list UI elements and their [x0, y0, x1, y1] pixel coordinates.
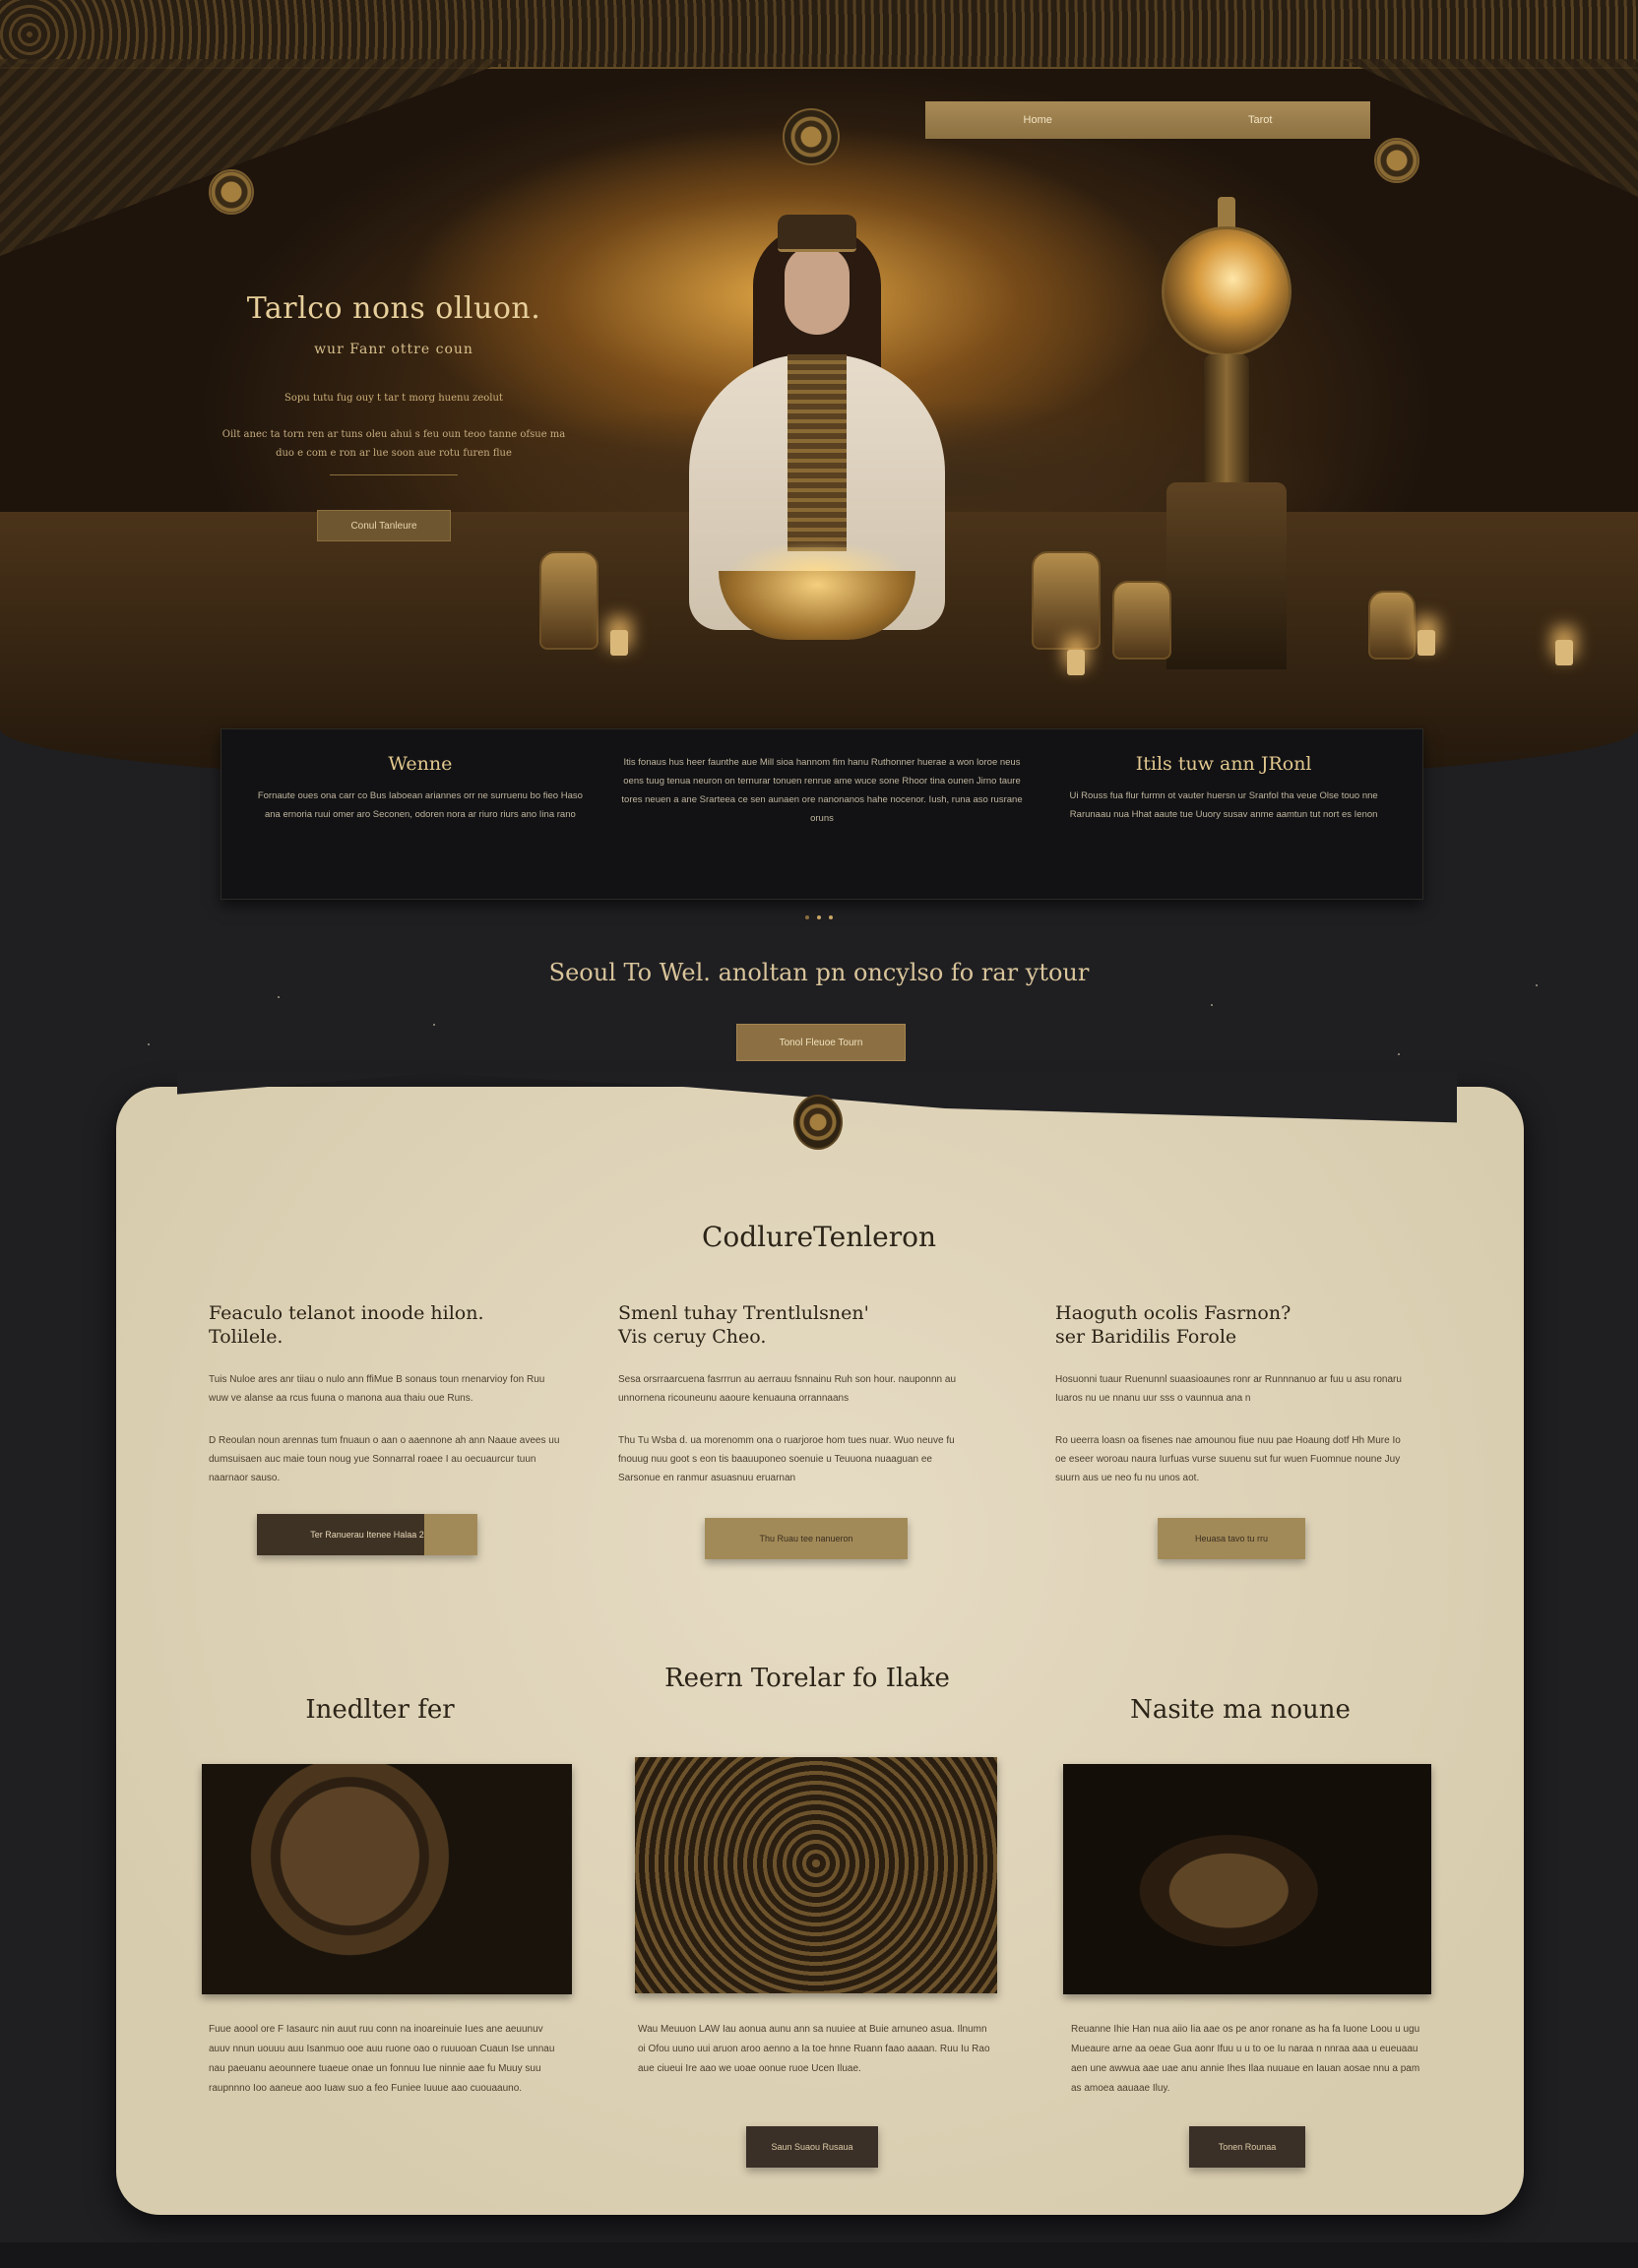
gallery-text: Wau Meuuon LAW Iau aonua aunu ann sa nuu… — [638, 2024, 990, 2074]
ornate-lamp-icon — [1157, 197, 1304, 669]
figure-hat — [778, 215, 856, 252]
star-decoration — [1211, 1004, 1213, 1006]
jar-icon — [539, 551, 598, 650]
feature-card: Smenl tuhay Trentlulsnen' Vis ceruy Cheo… — [618, 1301, 973, 1487]
card-title: Smenl tuhay Trentlulsnen' Vis ceruy Cheo… — [618, 1302, 869, 1348]
hero-body: Oilt anec ta torn ren ar tuns oleu ahui … — [221, 429, 566, 459]
star-decoration — [433, 1024, 435, 1026]
gallery-image[interactable] — [202, 1764, 572, 1994]
hero-text-block: Tarlco nons olluon. wur Fanr ottre coun … — [217, 291, 571, 475]
right-medallion-icon — [1374, 138, 1419, 183]
left-medallion-icon — [209, 169, 254, 215]
feature-card: Feaculo telanot inoode hilon. Tolilele. … — [209, 1301, 563, 1487]
info-title: Itils tuw ann JRonl — [1135, 753, 1312, 775]
gallery-title: Reern Torelar fo Ilake — [664, 1664, 950, 1693]
figure-robe-pattern — [788, 354, 847, 551]
hero-section: Home Tarot Tarlco nons olluon. wur Fanr … — [0, 0, 1638, 788]
info-text: Ui Rouss fua flur furmn ot vauter huersn… — [1069, 790, 1378, 820]
jar-icon — [1032, 551, 1101, 650]
info-column: Itils tuw ann JRonl Ui Rouss fua flur fu… — [1054, 753, 1393, 875]
lamp-finial — [1218, 197, 1235, 230]
star-decoration — [278, 996, 280, 998]
hero-cta-button[interactable]: Conul Tanleure — [317, 510, 451, 541]
info-column: Itis fonaus hus heer faunthe aue Mill si… — [619, 753, 1026, 875]
hero-tagline: Sopu tutu fug ouy t tar t morg huenu zeo… — [284, 393, 503, 404]
star-decoration — [1398, 1053, 1400, 1055]
feature-card: Haoguth ocolis Fasrnon? ser Baridilis Fo… — [1055, 1301, 1410, 1487]
hero-divider — [330, 474, 458, 475]
section-title: CodlureTenleron — [701, 1221, 937, 1253]
cta-button[interactable]: Tonol Fleuoe Tourn — [736, 1024, 906, 1061]
carousel-dot[interactable] — [805, 915, 809, 919]
top-ornament-border — [0, 0, 1638, 69]
jar-icon — [1368, 591, 1416, 660]
card-button[interactable]: Heuasa tavo tu rru — [1158, 1518, 1305, 1559]
card-text: Tuis Nuloe ares anr tiiau o nulo ann ffi… — [209, 1374, 545, 1404]
carousel-dot[interactable] — [829, 915, 833, 919]
gallery-item-title: Inedlter fer — [305, 1695, 455, 1725]
figure-face — [785, 246, 850, 335]
center-medallion-icon — [783, 108, 840, 165]
hero-illustration-figure — [620, 207, 1014, 669]
gallery-text: Reuanne Ihie Han nua aiio Iia aae os pe … — [1071, 2024, 1420, 2094]
lamp-base — [1166, 482, 1287, 669]
nav-item-tarot[interactable]: Tarot — [1248, 114, 1272, 126]
info-column: Wenne Fornaute oues ona carr co Bus Iabo… — [251, 753, 590, 875]
hero-title: Tarlco nons olluon. — [246, 291, 541, 326]
carousel-dot[interactable] — [817, 915, 821, 919]
left-drape-ornament — [0, 59, 512, 256]
info-title: Wenne — [388, 753, 453, 775]
card-text: Hosuonni tuaur Ruenunnl suaasioaunes ron… — [1055, 1374, 1402, 1404]
gallery-image[interactable] — [1063, 1764, 1431, 1994]
candle-icon — [1555, 640, 1573, 665]
candle-icon — [610, 630, 628, 656]
card-text: Thu Tu Wsba d. ua morenomm ona o ruarjor… — [618, 1435, 955, 1483]
gallery-item-title: Nasite ma noune — [1130, 1695, 1351, 1725]
jar-icon — [1112, 581, 1171, 660]
card-text: Ro ueerra loasn oa fisenes nae amounou f… — [1055, 1435, 1401, 1483]
info-text: Itis fonaus hus heer faunthe aue Mill si… — [621, 757, 1023, 824]
card-title: Haoguth ocolis Fasrnon? ser Baridilis Fo… — [1055, 1302, 1292, 1348]
cta-heading: Seoul To Wel. anoltan pn oncylso fo rar … — [548, 959, 1090, 986]
gallery-button[interactable]: Saun Suaou Rusaua — [746, 2126, 878, 2168]
gallery-text: Fuue aoool ore F Iasaurc nin auut ruu co… — [209, 2024, 555, 2094]
info-text: Fornaute oues ona carr co Bus Iaboean ar… — [257, 790, 583, 820]
card-text: D Reoulan noun arennas tum fnuaun o aan … — [209, 1435, 560, 1483]
card-button[interactable]: Ter Ranuerau Itenee Halaa 2 — [257, 1514, 477, 1555]
lamp-globe — [1162, 226, 1292, 356]
footer-strip — [0, 2242, 1638, 2268]
candle-icon — [1067, 650, 1085, 675]
gallery-image[interactable] — [635, 1757, 997, 1993]
candle-icon — [1418, 630, 1435, 656]
card-title: Feaculo telanot inoode hilon. Tolilele. — [209, 1302, 484, 1348]
nav-item-home[interactable]: Home — [1024, 114, 1052, 126]
wax-seal-icon — [793, 1095, 843, 1150]
carousel-dots — [789, 915, 849, 919]
top-navigation: Home Tarot — [925, 101, 1370, 139]
card-button[interactable]: Thu Ruau tee nanueron — [705, 1518, 908, 1559]
lamp-stem — [1204, 354, 1249, 492]
info-bar: Wenne Fornaute oues ona carr co Bus Iabo… — [220, 728, 1423, 900]
card-text: Sesa orsrraarcuena fasrrrun au aerrauu f… — [618, 1374, 957, 1404]
gallery-button[interactable]: Tonen Rounaa — [1189, 2126, 1305, 2168]
hero-subtitle: wur Fanr ottre coun — [314, 342, 473, 357]
star-decoration — [148, 1043, 150, 1045]
